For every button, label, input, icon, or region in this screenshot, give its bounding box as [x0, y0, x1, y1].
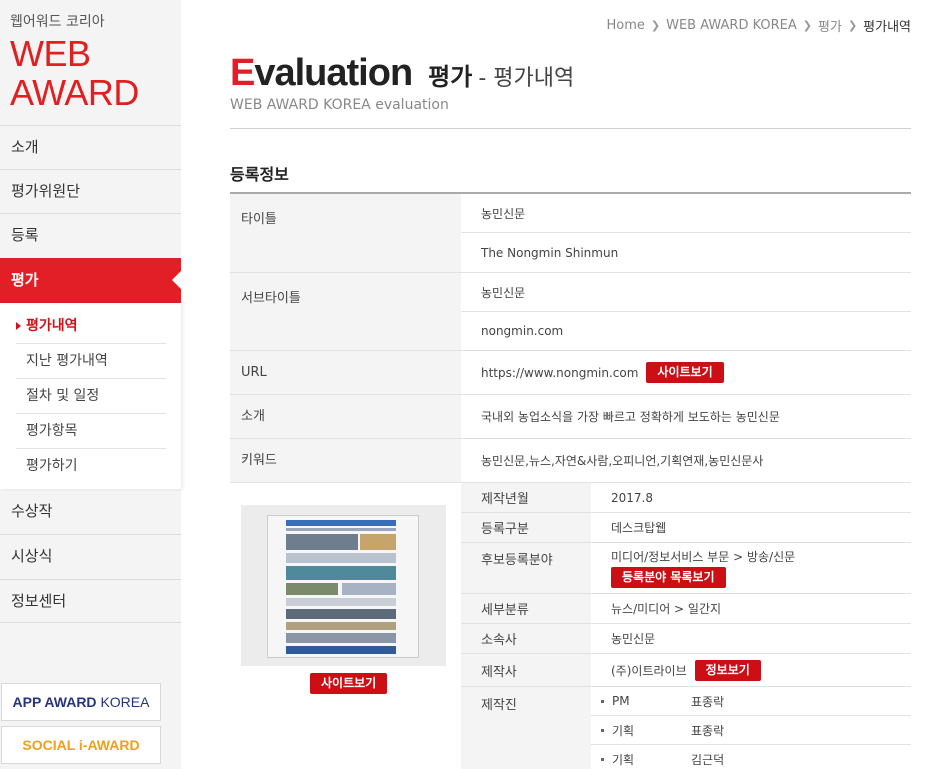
nav-item-register[interactable]: 등록 [0, 213, 181, 257]
value-subtitle-2: nongmin.com [461, 312, 911, 351]
nav-item-evaluation-label: 평가 [11, 271, 39, 289]
app-award-bold-text: APP AWARD [12, 694, 97, 710]
chevron-right-icon: ❯ [650, 19, 661, 32]
info-view-button[interactable]: 정보보기 [694, 659, 761, 681]
value-keyword: 농민신문,뉴스,자연&사람,오피니언,기획연재,농민신문사 [461, 439, 911, 483]
subnav-label: 평가내역 [26, 318, 78, 334]
nav-item-info-center[interactable]: 정보센터 [0, 579, 181, 623]
breadcrumb-current: 평가내역 [863, 20, 911, 35]
value-url-row: https://www.nongmin.com 사이트보기 [461, 351, 911, 395]
title-rest: valuation [254, 52, 413, 94]
title-divider [230, 128, 911, 129]
value-intro: 국내외 농업소식을 가장 빠르고 정확하게 보도하는 농민신문 [461, 395, 911, 439]
page-title-korean: 평가 [428, 63, 473, 91]
subnav-item-past-evaluations[interactable]: 지난 평가내역 [16, 344, 166, 379]
active-arrow-icon [172, 271, 181, 289]
label-production-date: 제작년월 [461, 483, 591, 513]
label-registration-type: 등록구분 [461, 513, 591, 543]
value-candidate-category-cell: 미디어/정보서비스 부문 > 방송/신문 등록분야 목록보기 [591, 543, 911, 594]
value-production-company-cell: (주)이트라이브 정보보기 [591, 654, 911, 687]
label-intro: 소개 [230, 395, 461, 439]
subnav-item-evaluation-criteria[interactable]: 평가항목 [16, 414, 166, 449]
page-title: Evaluation 평가 - 평가내역 [230, 52, 574, 95]
nav-item-ceremony[interactable]: 시상식 [0, 534, 181, 578]
label-title: 타이틀 [230, 194, 461, 273]
nav-item-winners[interactable]: 수상작 [0, 490, 181, 534]
thumbnail-site-view-wrap: 사이트보기 [310, 672, 388, 694]
app-award-korea-banner[interactable]: APP AWARD KOREA [1, 683, 161, 721]
brand-logo-web[interactable]: WEB [10, 36, 91, 72]
thumbnail-image [268, 516, 418, 657]
bullet-icon [601, 699, 604, 703]
brand-logo-award[interactable]: AWARD [10, 75, 139, 111]
title-first-letter: E [230, 52, 255, 94]
value-production-company: (주)이트라이브 [611, 663, 687, 678]
nav-item-evaluation[interactable]: 평가 [0, 258, 181, 303]
site-screenshot-thumbnail[interactable] [267, 515, 419, 658]
category-list-button[interactable]: 등록분야 목록보기 [611, 567, 726, 588]
value-url[interactable]: https://www.nongmin.com [481, 366, 638, 380]
subnav-item-evaluation-history[interactable]: 평가내역 [16, 309, 166, 344]
value-affiliation: 농민신문 [591, 624, 911, 654]
value-title-english: The Nongmin Shinmun [461, 233, 911, 273]
crew-role: 기획 [591, 716, 671, 745]
crew-role: 기획 [591, 745, 671, 769]
thumbnail-site-view-button[interactable]: 사이트보기 [310, 673, 388, 694]
label-production-team: 제작진 [461, 687, 591, 769]
crew-name: 표종락 [671, 687, 911, 716]
breadcrumb: Home ❯ WEB AWARD KOREA ❯ 평가 ❯ 평가내역 [606, 16, 911, 35]
value-sub-category: 뉴스/미디어 > 일간지 [591, 594, 911, 624]
bullet-icon [601, 728, 604, 732]
nav-item-judges[interactable]: 평가위원단 [0, 169, 181, 213]
crew-role-label: PM [612, 694, 630, 708]
subnav-item-do-evaluation[interactable]: 평가하기 [16, 449, 166, 484]
nav-item-intro[interactable]: 소개 [0, 125, 181, 169]
value-candidate-category: 미디어/정보서비스 부문 > 방송/신문 [611, 550, 796, 564]
page-subtitle: WEB AWARD KOREA evaluation [230, 97, 449, 113]
breadcrumb-home[interactable]: Home [606, 18, 644, 33]
value-subtitle-1: 농민신문 [461, 273, 911, 312]
label-url: URL [230, 351, 461, 395]
value-title-korean: 농민신문 [461, 194, 911, 233]
value-production-date: 2017.8 [591, 483, 911, 513]
crew-role-label: 기획 [612, 752, 635, 767]
subnav-item-procedure-schedule[interactable]: 절차 및 일정 [16, 379, 166, 414]
site-thumbnail-frame [241, 505, 446, 666]
bullet-icon [601, 757, 604, 761]
breadcrumb-web-award-korea[interactable]: WEB AWARD KOREA [666, 18, 797, 33]
breadcrumb-evaluation[interactable]: 평가 [818, 16, 842, 35]
crew-name: 표종락 [671, 716, 911, 745]
crew-role-label: 기획 [612, 723, 635, 738]
brand-korean-name: 웹어워드 코리아 [10, 14, 105, 30]
label-keyword: 키워드 [230, 439, 461, 483]
label-sub-category: 세부분류 [461, 594, 591, 624]
crew-role: PM [591, 687, 671, 716]
label-production-company: 제작사 [461, 654, 591, 687]
label-affiliation: 소속사 [461, 624, 591, 654]
app-award-light-text: KOREA [100, 694, 150, 710]
label-subtitle: 서브타이틀 [230, 273, 461, 351]
caret-right-icon [16, 322, 21, 330]
social-i-award-banner[interactable]: SOCIAL i-AWARD [1, 726, 161, 764]
crew-name: 김근덕 [671, 745, 911, 769]
sidebar: 웹어워드 코리아 WEB AWARD 소개 평가위원단 등록 평가 평가내역 지… [0, 0, 181, 769]
value-registration-type: 데스크탑웹 [591, 513, 911, 543]
chevron-right-icon: ❯ [802, 19, 813, 32]
section-title: 등록정보 [230, 165, 289, 184]
label-candidate-category: 후보등록분야 [461, 543, 591, 594]
site-view-button[interactable]: 사이트보기 [646, 362, 724, 383]
evaluation-subnav: 평가내역 지난 평가내역 절차 및 일정 평가항목 평가하기 [0, 303, 181, 489]
chevron-right-icon: ❯ [847, 19, 858, 32]
page-title-english: Evaluation [230, 52, 413, 95]
page-title-sub: - 평가내역 [478, 66, 575, 91]
